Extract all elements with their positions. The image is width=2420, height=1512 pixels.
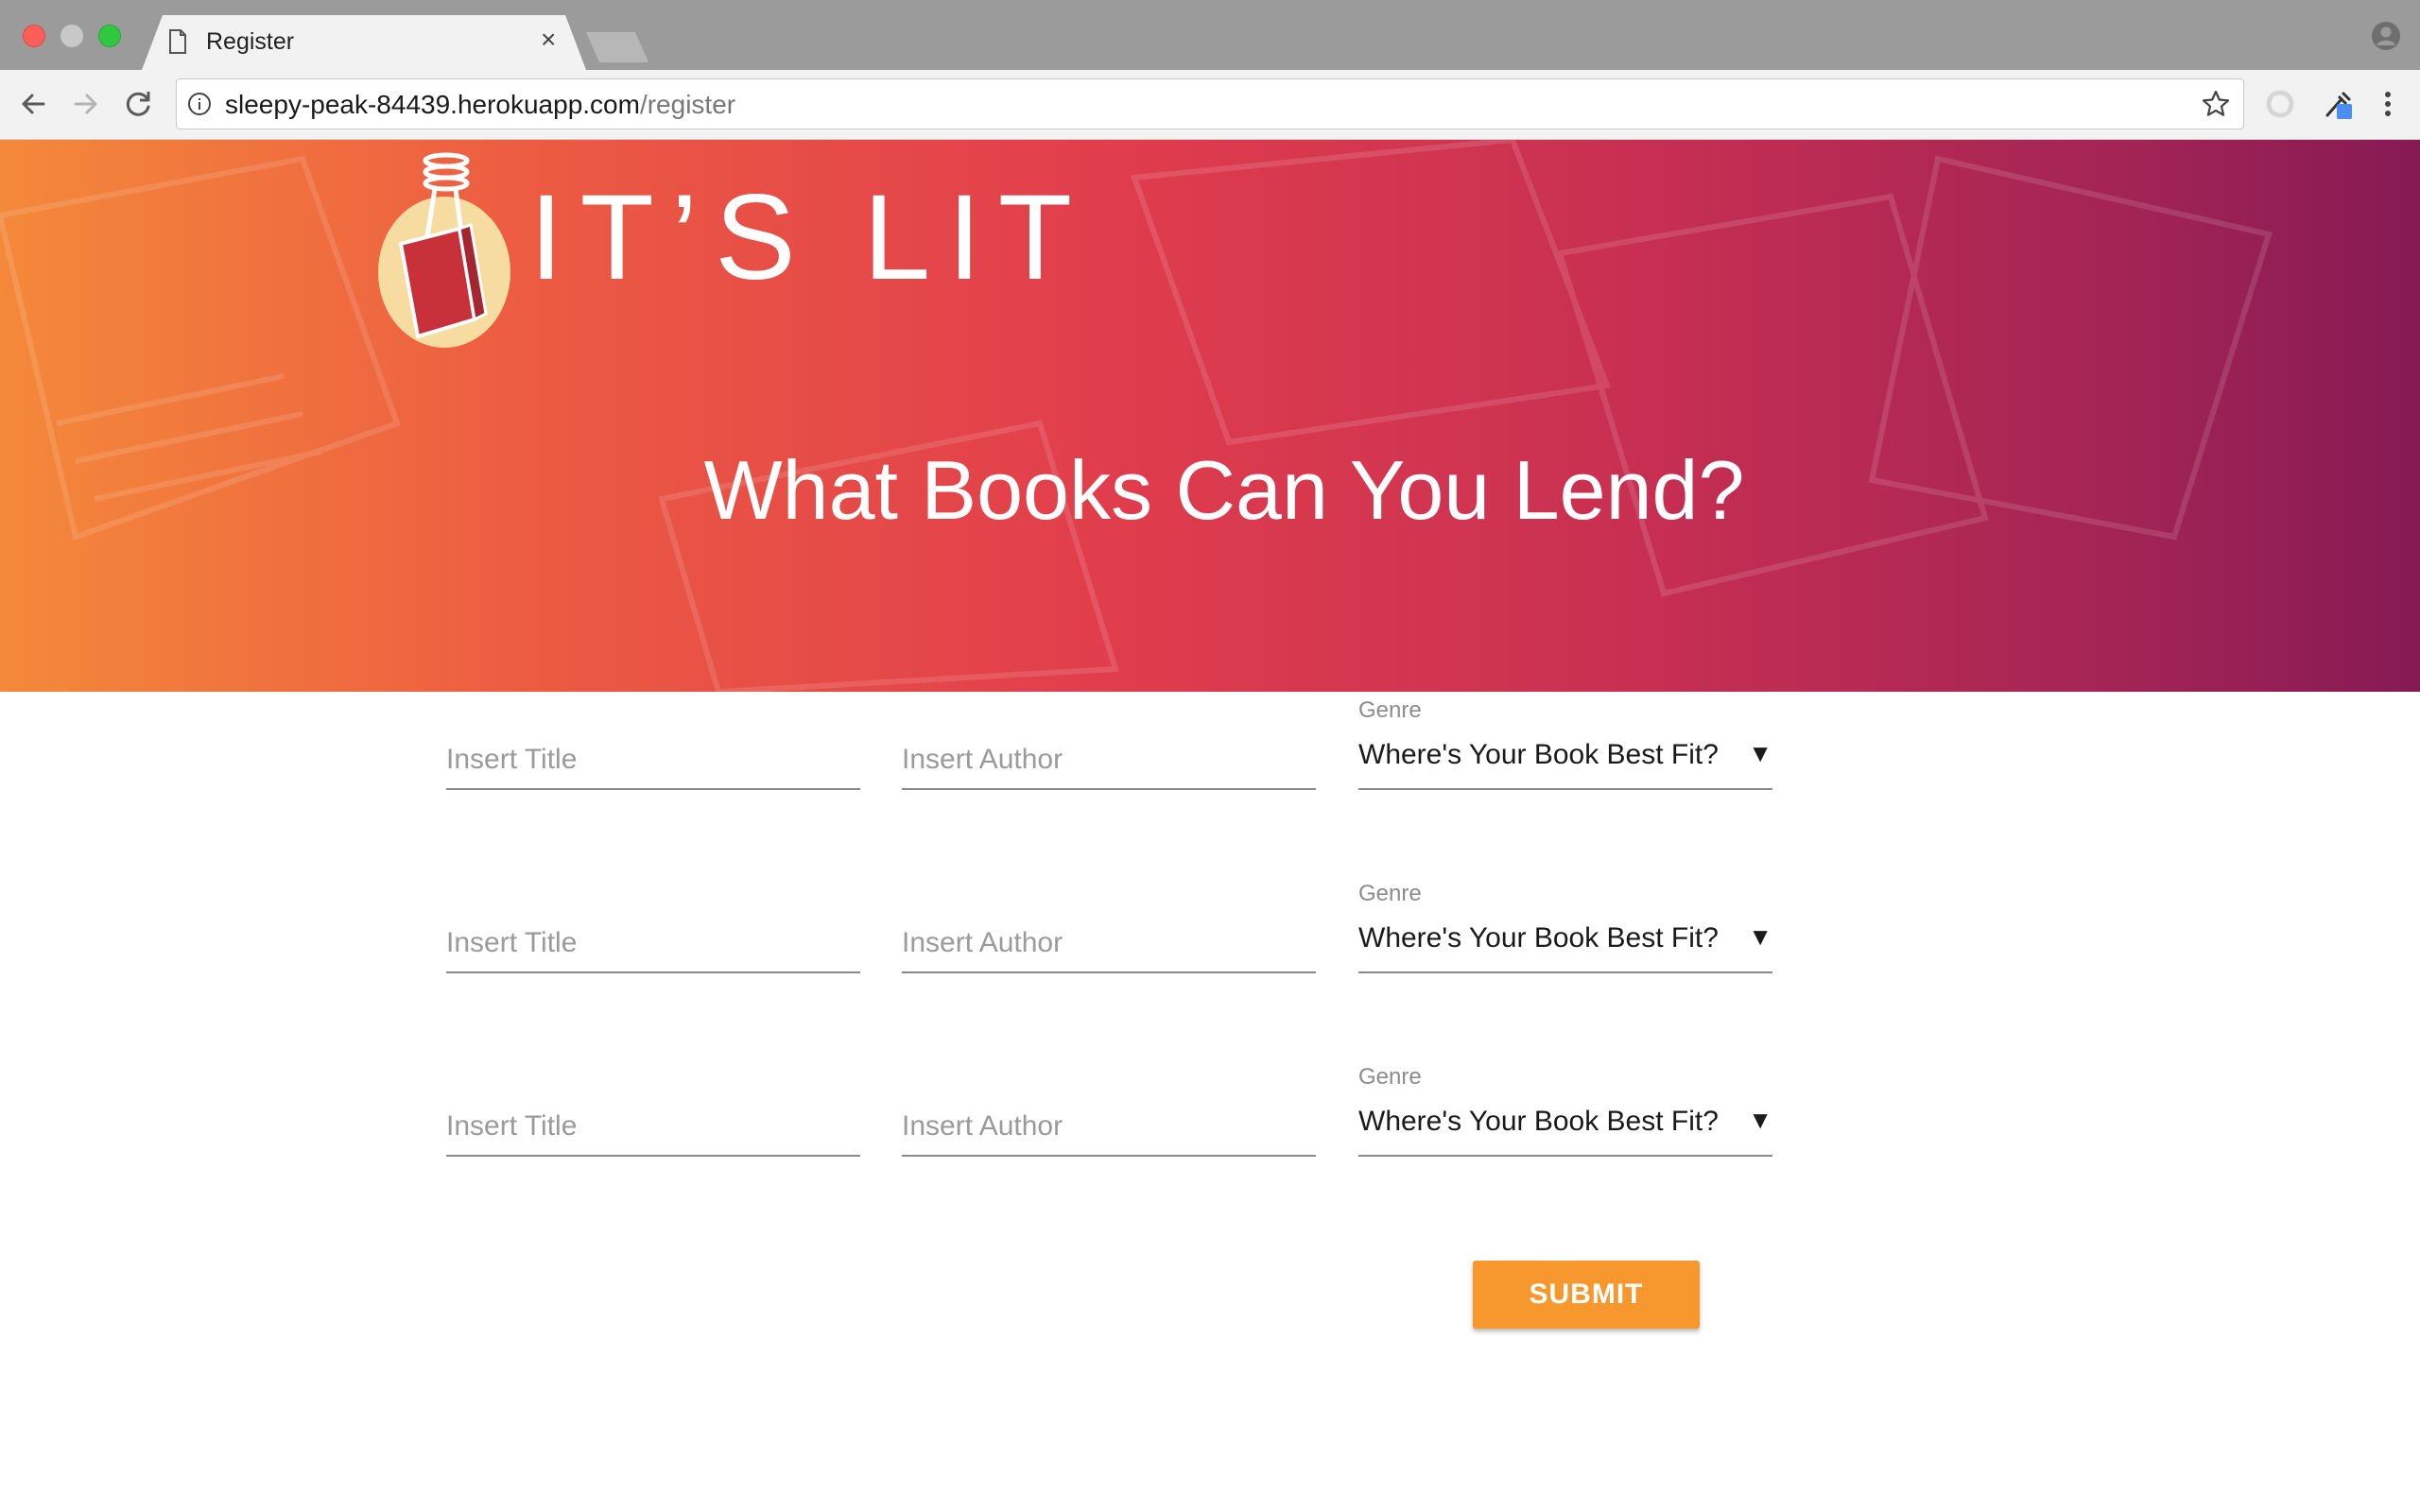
title-field[interactable] xyxy=(446,1100,860,1157)
genre-label: Genre xyxy=(1358,1064,1422,1090)
dropdown-arrow-icon: ▼ xyxy=(1748,922,1772,951)
window-minimize-button[interactable] xyxy=(60,25,83,47)
tab-title: Register xyxy=(206,28,295,55)
genre-select-value: Where's Your Book Best Fit? xyxy=(1358,922,1719,954)
genre-select-value: Where's Your Book Best Fit? xyxy=(1358,739,1719,770)
window-zoom-button[interactable] xyxy=(98,25,121,47)
genre-label: Genre xyxy=(1358,697,1422,723)
submit-button[interactable]: SUBMIT xyxy=(1473,1261,1700,1329)
page-title: What Books Can You Lend? xyxy=(703,443,1745,537)
genre-select[interactable]: Where's Your Book Best Fit? ▼ xyxy=(1358,733,1772,790)
author-field[interactable] xyxy=(902,917,1316,973)
info-icon[interactable] xyxy=(187,92,212,116)
page-icon xyxy=(169,29,186,54)
title-input[interactable] xyxy=(446,1100,860,1153)
reload-icon[interactable] xyxy=(121,86,157,122)
hero-banner: IT’S LIT What Books Can You Lend? xyxy=(0,140,2420,692)
author-input[interactable] xyxy=(902,917,1316,970)
star-icon[interactable] xyxy=(2201,89,2231,119)
forward-icon[interactable] xyxy=(68,86,104,122)
dropdown-arrow-icon: ▼ xyxy=(1748,739,1772,767)
genre-label: Genre xyxy=(1358,881,1422,906)
close-icon[interactable]: × xyxy=(541,26,556,53)
logo-text: IT’S LIT xyxy=(529,170,1090,305)
url-host: sleepy-peak-84439.herokuapp.com xyxy=(225,90,640,119)
author-input[interactable] xyxy=(902,733,1316,786)
back-icon[interactable] xyxy=(15,86,51,122)
eyedropper-icon[interactable] xyxy=(2322,87,2356,121)
genre-select-value: Where's Your Book Best Fit? xyxy=(1358,1106,1719,1137)
title-field[interactable] xyxy=(446,733,860,790)
lightbulb-book-logo xyxy=(378,152,510,348)
menu-icon[interactable] xyxy=(2371,87,2405,121)
author-field[interactable] xyxy=(902,733,1316,790)
profile-icon[interactable] xyxy=(2371,21,2401,51)
genre-select[interactable]: Where's Your Book Best Fit? ▼ xyxy=(1358,917,1772,973)
url-path: /register xyxy=(639,90,736,119)
title-input[interactable] xyxy=(446,733,860,786)
title-field[interactable] xyxy=(446,917,860,973)
title-input[interactable] xyxy=(446,917,860,970)
genre-select[interactable]: Where's Your Book Best Fit? ▼ xyxy=(1358,1100,1772,1157)
books-background-texture xyxy=(0,140,2273,692)
author-input[interactable] xyxy=(902,1100,1316,1153)
extension-icon[interactable] xyxy=(2263,87,2297,121)
url-text[interactable]: sleepy-peak-84439.herokuapp.com/register xyxy=(225,90,735,120)
window-close-button[interactable] xyxy=(23,25,45,47)
dropdown-arrow-icon: ▼ xyxy=(1748,1106,1772,1134)
author-field[interactable] xyxy=(902,1100,1316,1157)
